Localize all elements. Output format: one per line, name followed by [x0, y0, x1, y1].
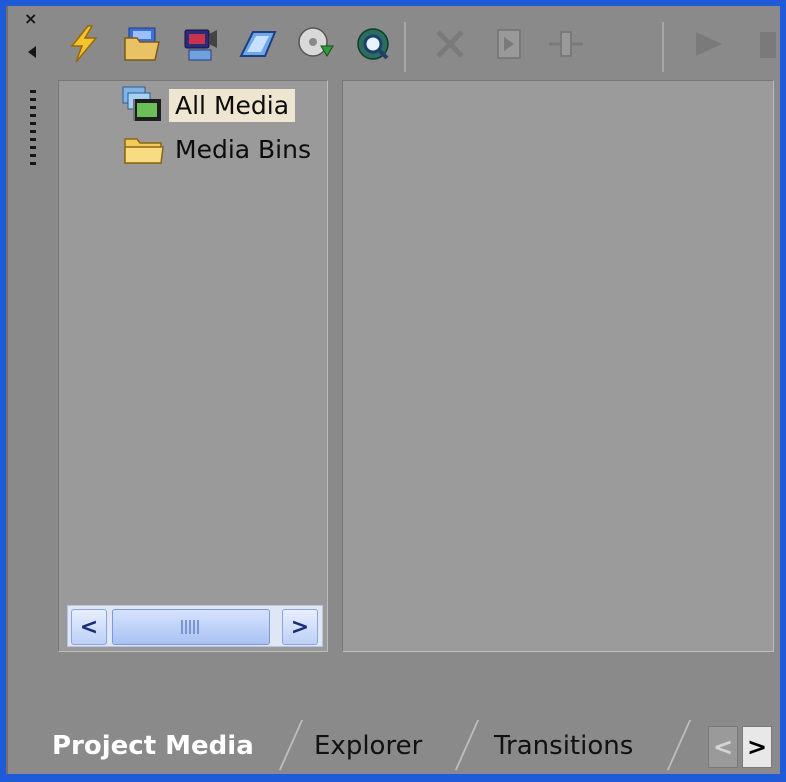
triangle-left-icon[interactable]	[28, 46, 36, 58]
capture-video-icon[interactable]	[178, 22, 222, 66]
media-tree-pane: All Media Media Bins < >	[58, 80, 328, 652]
media-fx-icon[interactable]	[486, 22, 530, 66]
tab-divider	[666, 720, 692, 770]
lightning-icon[interactable]	[62, 22, 106, 66]
scroll-left-button[interactable]: <	[71, 609, 107, 645]
tree-item-all-media[interactable]: All Media	[121, 85, 296, 125]
get-photo-icon[interactable]	[236, 22, 280, 66]
close-icon[interactable]: ×	[24, 11, 37, 27]
tab-bar: Project Media Explorer Transitions < >	[8, 712, 778, 774]
play-icon[interactable]	[686, 22, 730, 66]
tab-scroll-next-button[interactable]: >	[742, 726, 772, 768]
folder-icon	[121, 129, 167, 169]
toolbar-separator	[662, 22, 664, 72]
scroll-thumb[interactable]	[112, 609, 270, 645]
tab-divider	[278, 720, 304, 770]
import-media-icon[interactable]	[120, 22, 164, 66]
thumb-grip-icon	[181, 620, 201, 634]
all-media-icon	[121, 85, 167, 125]
scroll-right-button[interactable]: >	[282, 609, 318, 645]
tab-project-media[interactable]: Project Media	[52, 722, 254, 770]
extract-audio-cd-icon[interactable]	[294, 22, 338, 66]
search-media-icon[interactable]	[352, 22, 396, 66]
tab-transitions[interactable]: Transitions	[494, 722, 633, 770]
toolbar	[56, 14, 776, 76]
tab-explorer[interactable]: Explorer	[314, 722, 422, 770]
toolbar-separator	[404, 22, 406, 72]
tree-item-label: Media Bins	[175, 134, 311, 164]
tab-scroll-prev-button[interactable]: <	[708, 726, 738, 768]
tab-divider	[454, 720, 480, 770]
split-icon[interactable]	[544, 22, 588, 66]
project-media-window: × All Media Media Bins < > Project Media…	[6, 6, 780, 774]
tree-item-media-bins[interactable]: Media Bins	[121, 129, 317, 169]
horizontal-scrollbar[interactable]: < >	[67, 605, 323, 647]
remove-icon[interactable]	[428, 22, 472, 66]
grip-handle[interactable]	[30, 90, 36, 168]
window-side-strip: ×	[8, 6, 48, 774]
media-content-pane[interactable]	[342, 80, 774, 652]
stop-icon[interactable]	[746, 22, 786, 66]
tree-item-label: All Media	[169, 88, 296, 122]
